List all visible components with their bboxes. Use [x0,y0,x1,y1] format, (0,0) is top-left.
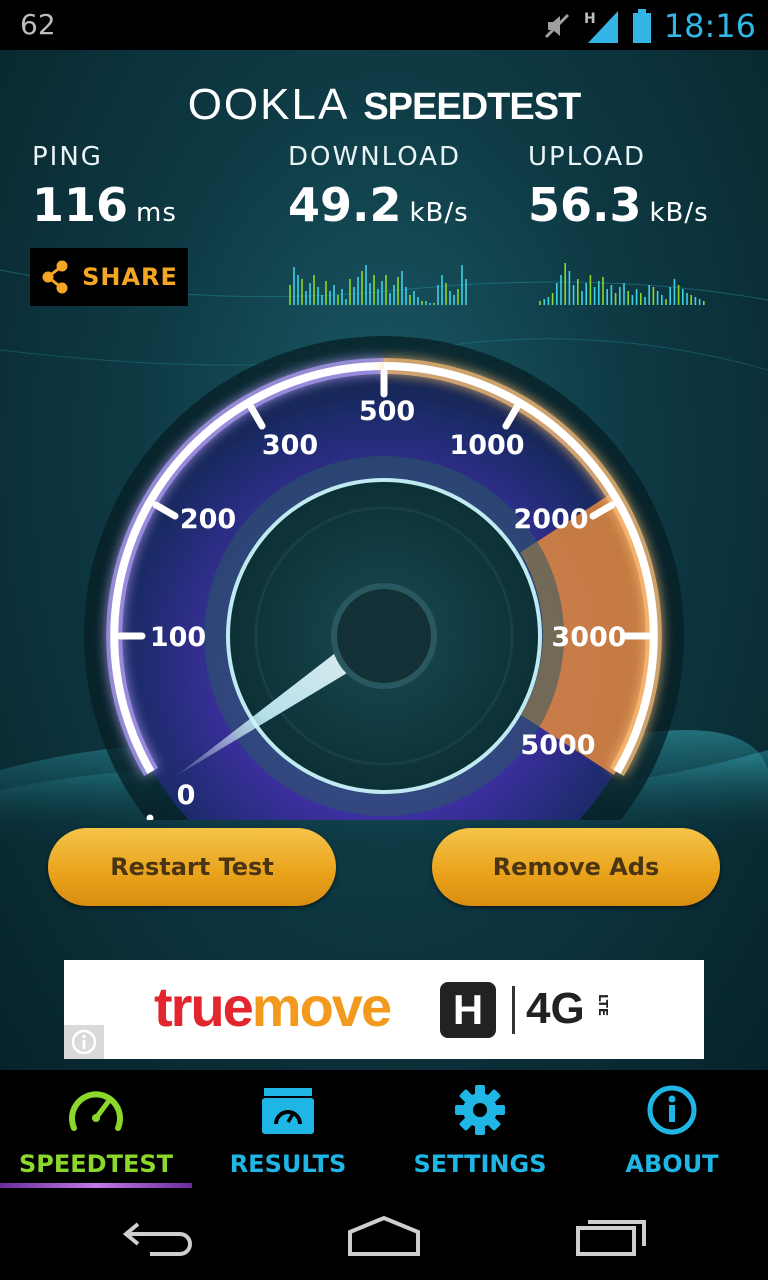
battery-icon [632,9,651,43]
info-icon [71,1029,97,1055]
logo-speedtest: SPEEDTEST [363,86,581,128]
tick-label-500: 500 [359,396,415,427]
clock: 18:16 [663,7,756,45]
speedtest-screen: OOKLA SPEEDTEST PING 116 ms DOWNLOAD 49.2 k… [0,50,768,1070]
ping-result: 116 ms [32,178,177,232]
upload-graph [539,263,705,305]
tab-speedtest[interactable]: SPEEDTEST [0,1070,192,1188]
tick-label-2000: 2000 [513,504,588,535]
ad-info-button[interactable] [64,1025,104,1059]
tab-about-label: ABOUT [625,1150,719,1178]
notification-count: 62 [20,8,56,41]
bottom-nav: SPEEDTEST RESULTS SETTINGS ABOUT [0,1070,768,1188]
ad-brand-true: true [154,975,254,1038]
download-value: 49.2 [288,178,402,232]
tick-label-1000: 1000 [449,430,524,461]
ad-4g: 4G [526,984,585,1033]
remove-ads-button[interactable]: Remove Ads [432,828,720,906]
speedometer-icon [69,1091,123,1131]
share-button[interactable]: SHARE [30,248,188,306]
tab-results-label: RESULTS [229,1150,347,1178]
system-navigation-bar [0,1188,768,1280]
share-icon [42,260,68,294]
tick-label-0: 0 [177,780,196,811]
tick-label-5000: 5000 [520,730,595,761]
logo-ookla: OOKLA [187,80,350,129]
gear-icon [455,1085,505,1135]
upload-value: 56.3 [528,178,642,232]
restart-test-button[interactable]: Restart Test [48,828,336,906]
ping-value: 116 [32,178,129,232]
download-label: DOWNLOAD [288,142,462,172]
tab-settings[interactable]: SETTINGS [384,1070,576,1188]
ad-brand: truemove [154,974,392,1039]
recent-apps-icon[interactable] [560,1208,660,1260]
ad-divider [512,986,515,1034]
ad-brand-h-logo: H [440,982,496,1038]
download-graph [289,265,467,305]
status-bar: 62 H 18:16 [0,0,768,50]
tick-label-200: 200 [180,504,236,535]
back-icon[interactable] [110,1208,210,1260]
download-unit: kB/s [409,198,469,228]
ad-lte: LTE [596,993,611,1017]
tab-settings-label: SETTINGS [413,1150,547,1178]
tab-about[interactable]: ABOUT [576,1070,768,1188]
tick-label-300: 300 [262,430,318,461]
ookla-speedtest-logo: OOKLA SPEEDTEST [0,80,768,130]
share-label: SHARE [82,263,178,291]
mute-icon [544,13,569,39]
upload-unit: kB/s [649,198,709,228]
speed-gauge: 0 100 200 300 500 1000 2000 3000 5000 [84,336,684,820]
upload-label: UPLOAD [528,142,647,172]
ad-brand-move: move [251,975,392,1038]
tab-results[interactable]: RESULTS [192,1070,384,1188]
tick-label-100: 100 [150,622,206,653]
info-icon [647,1085,697,1135]
ad-banner[interactable]: truemove H 4G LTE [64,960,704,1059]
tick-label-3000: 3000 [551,622,626,653]
network-type: H [584,11,596,27]
results-folder-icon [262,1088,314,1134]
ping-unit: ms [136,198,177,228]
upload-result: 56.3 kB/s [528,178,709,232]
signal-icon: H [584,11,618,43]
status-icons: H 18:16 [542,4,756,48]
ping-label: PING [32,142,103,172]
tab-speedtest-label: SPEEDTEST [18,1150,173,1178]
gauge-hub [331,583,437,689]
ad-brand-h: H [452,986,484,1033]
home-icon[interactable] [334,1208,434,1260]
download-result: 49.2 kB/s [288,178,469,232]
